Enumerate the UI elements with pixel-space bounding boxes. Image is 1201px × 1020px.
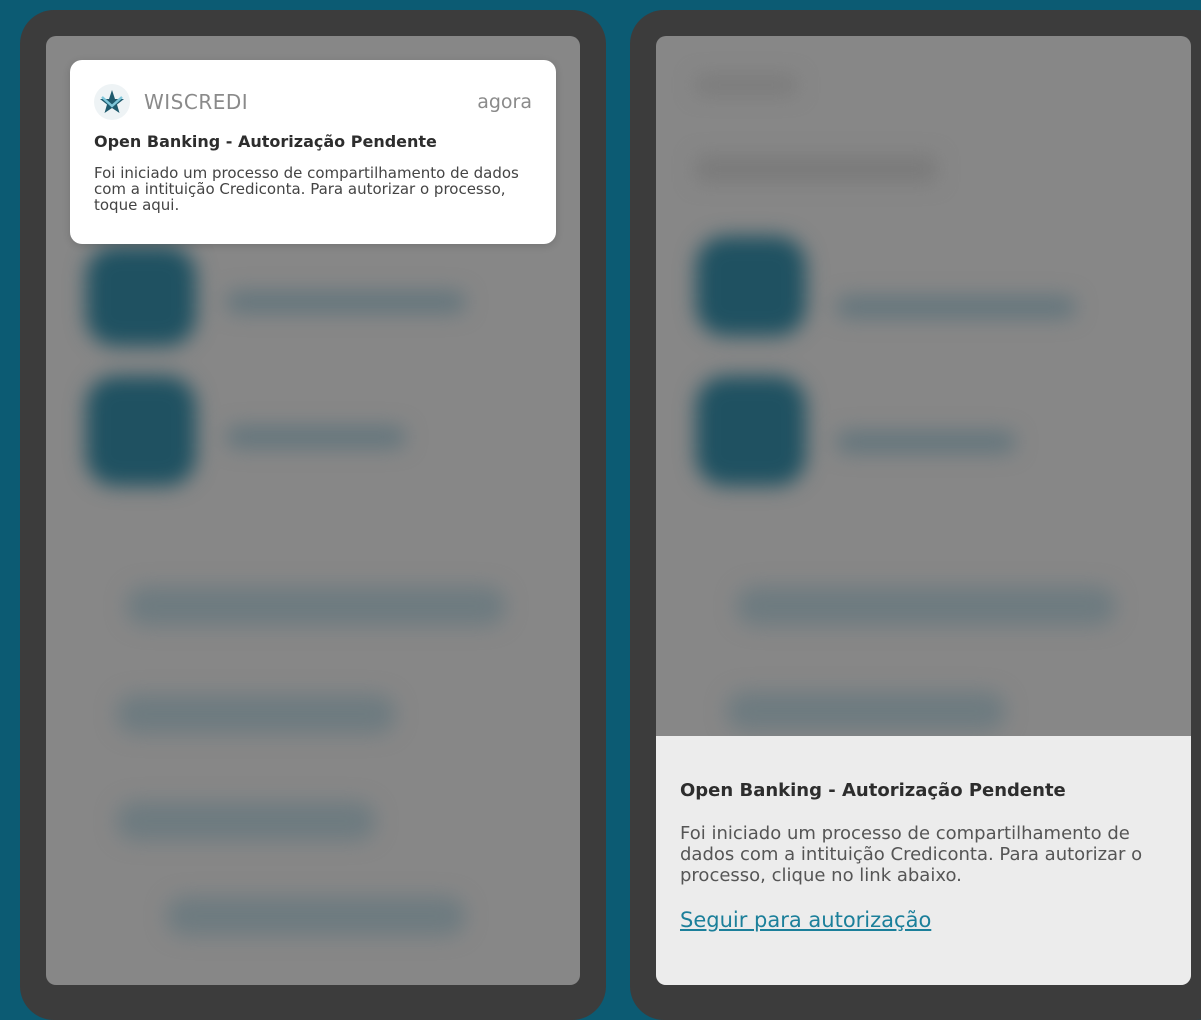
authorization-bottom-sheet: Open Banking - Autorização Pendente Foi … [656, 736, 1191, 985]
sheet-title: Open Banking - Autorização Pendente [680, 780, 1066, 801]
phone-frame-left: WISCREDI agora Open Banking - Autorizaçã… [20, 10, 606, 1020]
blurred-button [726, 691, 1006, 731]
blurred-header-text [696, 76, 796, 94]
blurred-button [116, 801, 376, 841]
blurred-button [166, 896, 466, 936]
blurred-button [736, 586, 1116, 626]
blurred-button [126, 586, 506, 626]
push-notification[interactable]: WISCREDI agora Open Banking - Autorizaçã… [70, 60, 556, 244]
blurred-text-bar [226, 291, 466, 313]
blurred-title-text [696, 156, 936, 182]
blurred-text-bar [836, 296, 1076, 318]
blurred-app-screen-left: WISCREDI agora Open Banking - Autorizaçã… [46, 36, 580, 985]
blurred-text-bar [836, 431, 1016, 453]
notification-title: Open Banking - Autorização Pendente [94, 132, 437, 151]
notification-app-name: WISCREDI [144, 90, 249, 114]
blurred-card-icon [86, 246, 196, 346]
blurred-app-screen-right: Open Banking - Autorização Pendente Foi … [656, 36, 1191, 985]
notification-time: agora [477, 91, 532, 113]
blurred-card-icon [86, 376, 196, 486]
sheet-body: Foi iniciado um processo de compartilham… [680, 823, 1143, 886]
blurred-card-icon [696, 376, 806, 486]
authorization-link[interactable]: Seguir para autorização [680, 908, 931, 932]
wiscredi-logo-icon [94, 84, 130, 120]
blurred-text-bar [226, 426, 406, 448]
blurred-button [116, 694, 396, 734]
notification-body: Foi iniciado um processo de compartilham… [94, 164, 519, 214]
notification-header: WISCREDI agora [94, 84, 532, 120]
blurred-card-icon [696, 236, 806, 336]
phone-frame-right: Open Banking - Autorização Pendente Foi … [630, 10, 1201, 1020]
